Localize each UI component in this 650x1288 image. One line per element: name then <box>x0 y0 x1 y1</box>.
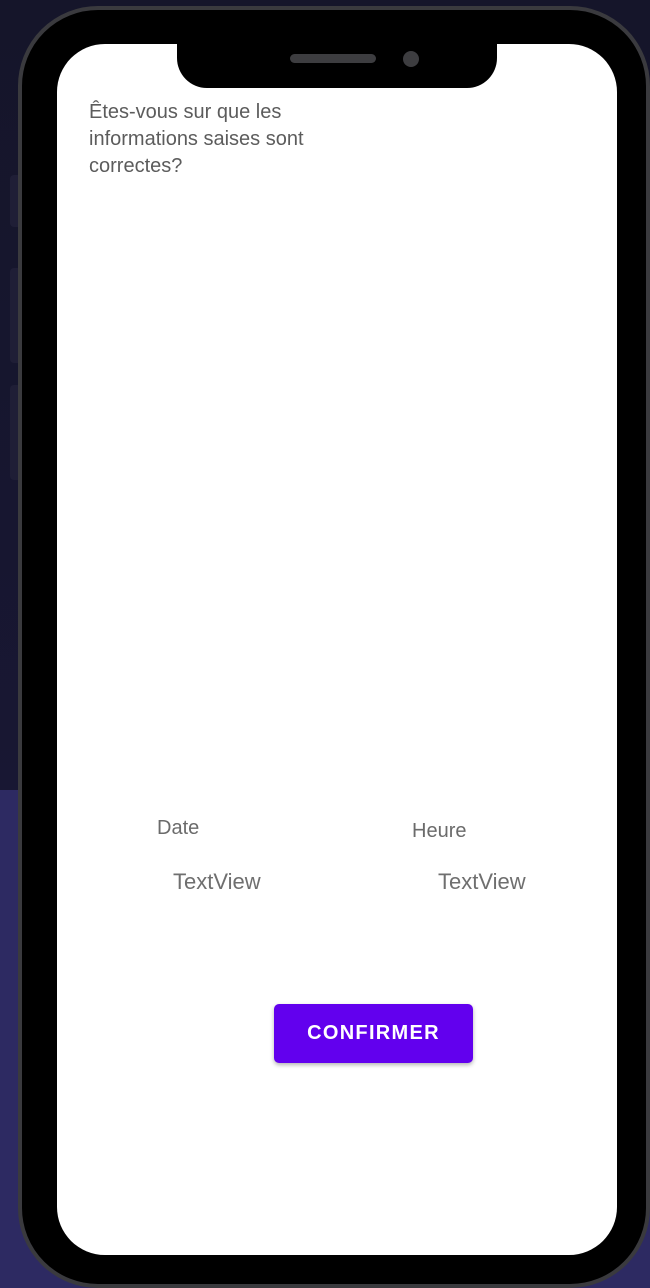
phone-notch <box>177 24 497 88</box>
confirmation-question: Êtes-vous sur que les informations saise… <box>89 101 304 177</box>
time-value: TextView <box>438 869 526 894</box>
speaker-grille <box>290 54 376 63</box>
front-camera-icon <box>403 51 419 67</box>
confirm-button[interactable]: CONFIRMER <box>274 1004 473 1063</box>
app-screen: Êtes-vous sur que les informations saise… <box>57 44 617 1255</box>
time-label: Heure <box>412 820 467 842</box>
date-label: Date <box>157 817 200 839</box>
date-value: TextView <box>173 869 261 894</box>
